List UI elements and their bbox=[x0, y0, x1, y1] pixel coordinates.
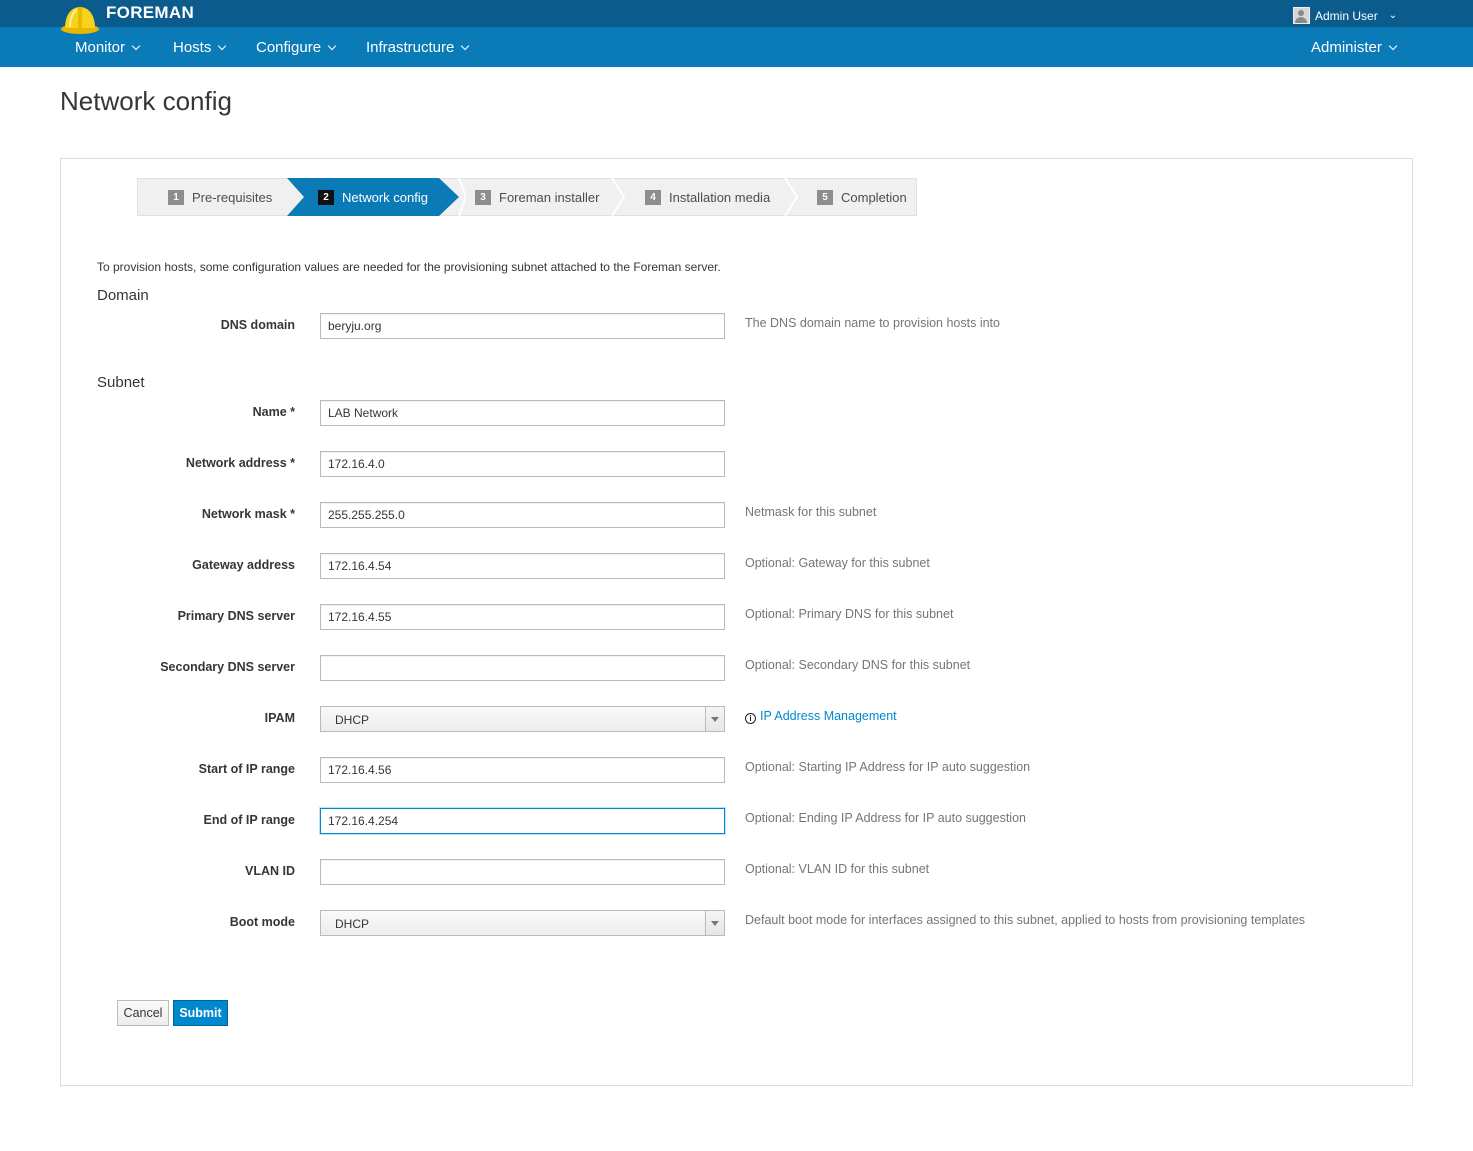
page-title: Network config bbox=[60, 86, 232, 116]
chevron-down-icon bbox=[461, 41, 470, 50]
step-label: Pre-requisites bbox=[192, 189, 273, 205]
step-number: 3 bbox=[475, 189, 491, 205]
chevron-down-icon bbox=[327, 41, 337, 50]
boot-mode-selected-value: DHCP bbox=[335, 917, 370, 931]
nav-hosts-label: Hosts bbox=[173, 39, 212, 56]
user-name: Admin User bbox=[1315, 8, 1378, 23]
nav-monitor[interactable]: Monitor bbox=[75, 39, 141, 56]
network-address-input[interactable] bbox=[320, 451, 725, 477]
chevron-down-icon bbox=[1388, 41, 1398, 50]
gateway-input[interactable] bbox=[320, 553, 725, 579]
network-mask-label: Network mask * bbox=[201, 507, 295, 521]
network-address-label: Network address * bbox=[185, 456, 295, 470]
nav-configure-label: Configure bbox=[256, 39, 322, 56]
ip-end-label: End of IP range bbox=[203, 813, 295, 827]
step-number: 1 bbox=[168, 189, 184, 205]
ip-start-input[interactable] bbox=[320, 757, 725, 783]
ip-end-input[interactable] bbox=[320, 808, 725, 834]
top-bar bbox=[0, 0, 1473, 27]
vlan-help: Optional: VLAN ID for this subnet bbox=[745, 862, 930, 876]
dns-domain-help: The DNS domain name to provision hosts i… bbox=[745, 316, 1000, 330]
dns-domain-label: DNS domain bbox=[220, 318, 295, 332]
ip-end-help: Optional: Ending IP Address for IP auto … bbox=[745, 811, 1026, 825]
wizard-step-installation-media[interactable]: 4 Installation media bbox=[645, 179, 770, 215]
vlan-input[interactable] bbox=[320, 859, 725, 885]
ip-start-help: Optional: Starting IP Address for IP aut… bbox=[745, 760, 1031, 774]
ip-start-label: Start of IP range bbox=[198, 762, 295, 776]
gateway-help: Optional: Gateway for this subnet bbox=[745, 556, 930, 570]
wizard-step-prerequisites[interactable]: 1 Pre-requisites bbox=[168, 179, 272, 215]
info-icon: i bbox=[745, 713, 756, 724]
subnet-name-input[interactable] bbox=[320, 400, 725, 426]
domain-legend: Domain bbox=[97, 287, 149, 304]
nav-administer-label: Administer bbox=[1311, 39, 1382, 56]
network-mask-input[interactable] bbox=[320, 502, 725, 528]
wizard-step-network-config[interactable]: 2 Network config bbox=[318, 179, 428, 215]
step-label: Network config bbox=[342, 189, 428, 205]
step-label: Installation media bbox=[669, 189, 771, 205]
boot-mode-select[interactable]: DHCP bbox=[320, 910, 725, 936]
step-separator bbox=[611, 178, 626, 216]
network-mask-help: Netmask for this subnet bbox=[745, 505, 877, 519]
cancel-button[interactable]: Cancel bbox=[117, 1000, 169, 1026]
secondary-dns-help: Optional: Secondary DNS for this subnet bbox=[745, 658, 971, 672]
user-menu[interactable]: Admin User ⌄ bbox=[1293, 7, 1397, 24]
nav-administer[interactable]: Administer bbox=[1311, 39, 1398, 56]
dropdown-arrow-icon[interactable] bbox=[705, 911, 724, 935]
subnet-name-label: Name * bbox=[252, 405, 295, 419]
brand-name[interactable]: FOREMAN bbox=[106, 3, 194, 23]
ipam-select[interactable]: DHCP bbox=[320, 706, 725, 732]
wizard-step-completion[interactable]: 5 Completion bbox=[817, 179, 907, 215]
step-label: Foreman installer bbox=[499, 189, 600, 205]
vlan-label: VLAN ID bbox=[245, 864, 295, 878]
gateway-label: Gateway address bbox=[192, 558, 295, 572]
subnet-legend: Subnet bbox=[97, 374, 145, 391]
foreman-helmet-icon[interactable] bbox=[60, 2, 100, 36]
wizard-step-foreman-installer[interactable]: 3 Foreman installer bbox=[475, 179, 599, 215]
step-label: Completion bbox=[841, 189, 907, 205]
ipam-label: IPAM bbox=[264, 711, 295, 725]
nav-infrastructure-label: Infrastructure bbox=[366, 39, 455, 56]
boot-mode-label: Boot mode bbox=[229, 915, 295, 929]
ipam-help: i IP Address Management bbox=[745, 709, 897, 724]
ipam-help-link[interactable]: IP Address Management bbox=[760, 709, 897, 723]
primary-dns-label: Primary DNS server bbox=[177, 609, 295, 623]
ipam-selected-value: DHCP bbox=[335, 713, 370, 727]
dns-domain-input[interactable] bbox=[320, 313, 725, 339]
step-number: 2 bbox=[318, 189, 334, 205]
chevron-down-icon bbox=[131, 41, 141, 50]
primary-dns-input[interactable] bbox=[320, 604, 725, 630]
secondary-dns-label: Secondary DNS server bbox=[160, 660, 295, 674]
primary-dns-help: Optional: Primary DNS for this subnet bbox=[745, 607, 954, 621]
nav-hosts[interactable]: Hosts bbox=[173, 39, 227, 56]
secondary-dns-input[interactable] bbox=[320, 655, 725, 681]
form-intro: To provision hosts, some configuration v… bbox=[97, 260, 721, 274]
chevron-down-icon: ⌄ bbox=[1388, 10, 1398, 21]
avatar-icon bbox=[1293, 7, 1310, 24]
step-separator bbox=[458, 178, 466, 216]
step-number: 4 bbox=[645, 189, 661, 205]
submit-button[interactable]: Submit bbox=[173, 1000, 228, 1026]
nav-monitor-label: Monitor bbox=[75, 39, 126, 56]
chevron-down-icon bbox=[218, 41, 227, 50]
step-separator bbox=[784, 178, 799, 216]
dropdown-arrow-icon[interactable] bbox=[705, 707, 724, 731]
boot-mode-help: Default boot mode for interfaces assigne… bbox=[745, 913, 1306, 927]
nav-configure[interactable]: Configure bbox=[256, 39, 337, 56]
step-number: 5 bbox=[817, 189, 833, 205]
nav-infrastructure[interactable]: Infrastructure bbox=[366, 39, 470, 56]
